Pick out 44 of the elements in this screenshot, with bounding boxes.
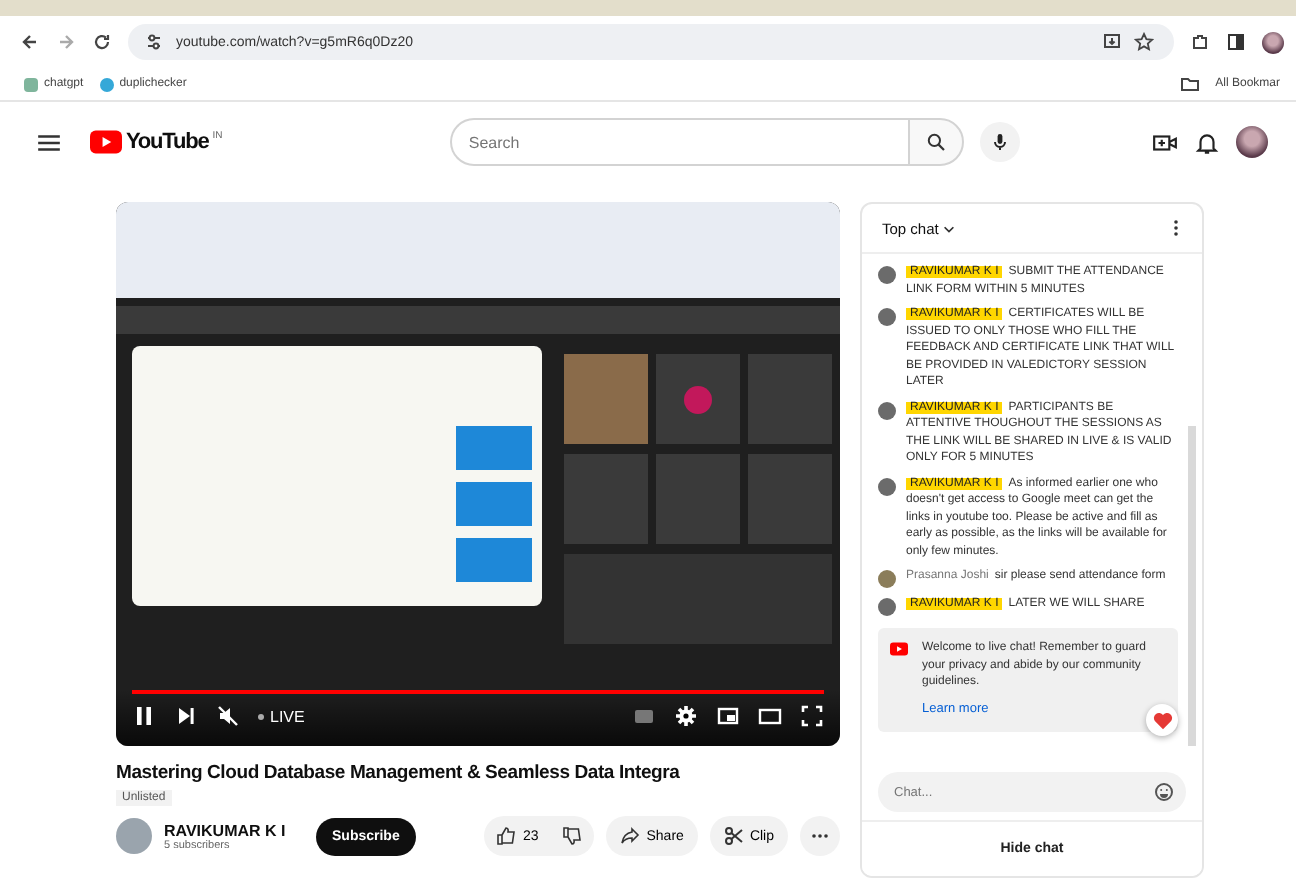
star-icon[interactable] bbox=[1134, 32, 1154, 52]
muted-speaker-icon[interactable] bbox=[216, 704, 240, 728]
back-icon[interactable] bbox=[20, 32, 40, 52]
reload-icon[interactable] bbox=[92, 32, 112, 52]
user-avatar[interactable] bbox=[878, 308, 896, 326]
microphone-icon[interactable] bbox=[990, 132, 1011, 152]
search-field[interactable]: Search bbox=[450, 118, 909, 166]
pause-icon[interactable] bbox=[132, 704, 156, 728]
fullscreen-icon[interactable] bbox=[800, 704, 824, 728]
user-avatar[interactable] bbox=[878, 477, 896, 495]
next-icon[interactable] bbox=[174, 704, 198, 728]
extensions-icon[interactable] bbox=[1190, 32, 1210, 52]
youtube-icon bbox=[890, 642, 908, 656]
site-info-icon[interactable] bbox=[144, 32, 164, 52]
install-icon[interactable] bbox=[1102, 32, 1122, 52]
youtube-logo[interactable]: YouTube $^{IN}$ bbox=[90, 130, 223, 154]
voice-search-button[interactable] bbox=[980, 122, 1021, 162]
account-avatar[interactable] bbox=[1236, 126, 1268, 158]
live-dot-icon bbox=[258, 713, 264, 719]
user-avatar[interactable] bbox=[878, 401, 896, 419]
theater-mode-icon[interactable] bbox=[758, 704, 782, 728]
menu-icon[interactable] bbox=[36, 129, 62, 155]
notifications-icon[interactable] bbox=[1194, 129, 1220, 155]
channel-name[interactable]: RAVIKUMAR K I bbox=[164, 821, 304, 839]
side-panel-icon[interactable] bbox=[1226, 32, 1246, 52]
video-title: Mastering Cloud Database Management & Seamless Data Integra bbox=[116, 762, 682, 784]
thumbs-up-icon[interactable] bbox=[496, 826, 517, 846]
more-button[interactable] bbox=[800, 816, 840, 856]
user-avatar[interactable] bbox=[878, 266, 896, 284]
share-icon[interactable] bbox=[620, 826, 641, 846]
thumbs-down-icon[interactable] bbox=[562, 826, 583, 846]
search-icon[interactable] bbox=[926, 132, 947, 152]
scissors-icon[interactable] bbox=[723, 826, 744, 846]
scrollbar[interactable] bbox=[1188, 426, 1196, 746]
captions-icon[interactable] bbox=[632, 704, 656, 728]
folder-icon bbox=[1179, 74, 1200, 94]
live-indicator[interactable]: LIVE bbox=[258, 707, 305, 725]
emoji-icon[interactable] bbox=[1154, 782, 1174, 802]
create-video-icon[interactable] bbox=[1152, 129, 1178, 155]
profile-avatar[interactable] bbox=[1262, 31, 1284, 53]
chevron-down-icon[interactable] bbox=[942, 221, 957, 235]
miniplayer-icon[interactable] bbox=[716, 704, 740, 728]
settings-icon[interactable] bbox=[674, 704, 698, 728]
search-button[interactable] bbox=[908, 118, 965, 166]
